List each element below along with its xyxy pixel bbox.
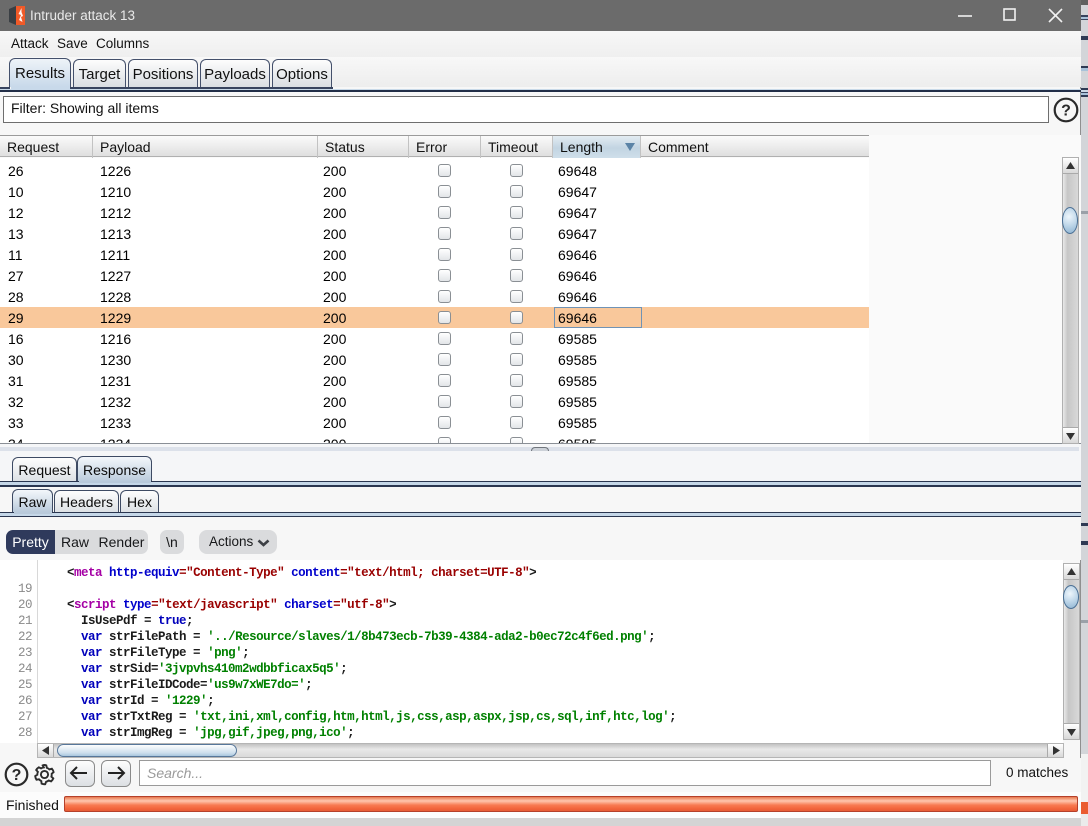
svg-text:?: ? <box>12 767 22 784</box>
svg-text:?: ? <box>1061 103 1071 120</box>
